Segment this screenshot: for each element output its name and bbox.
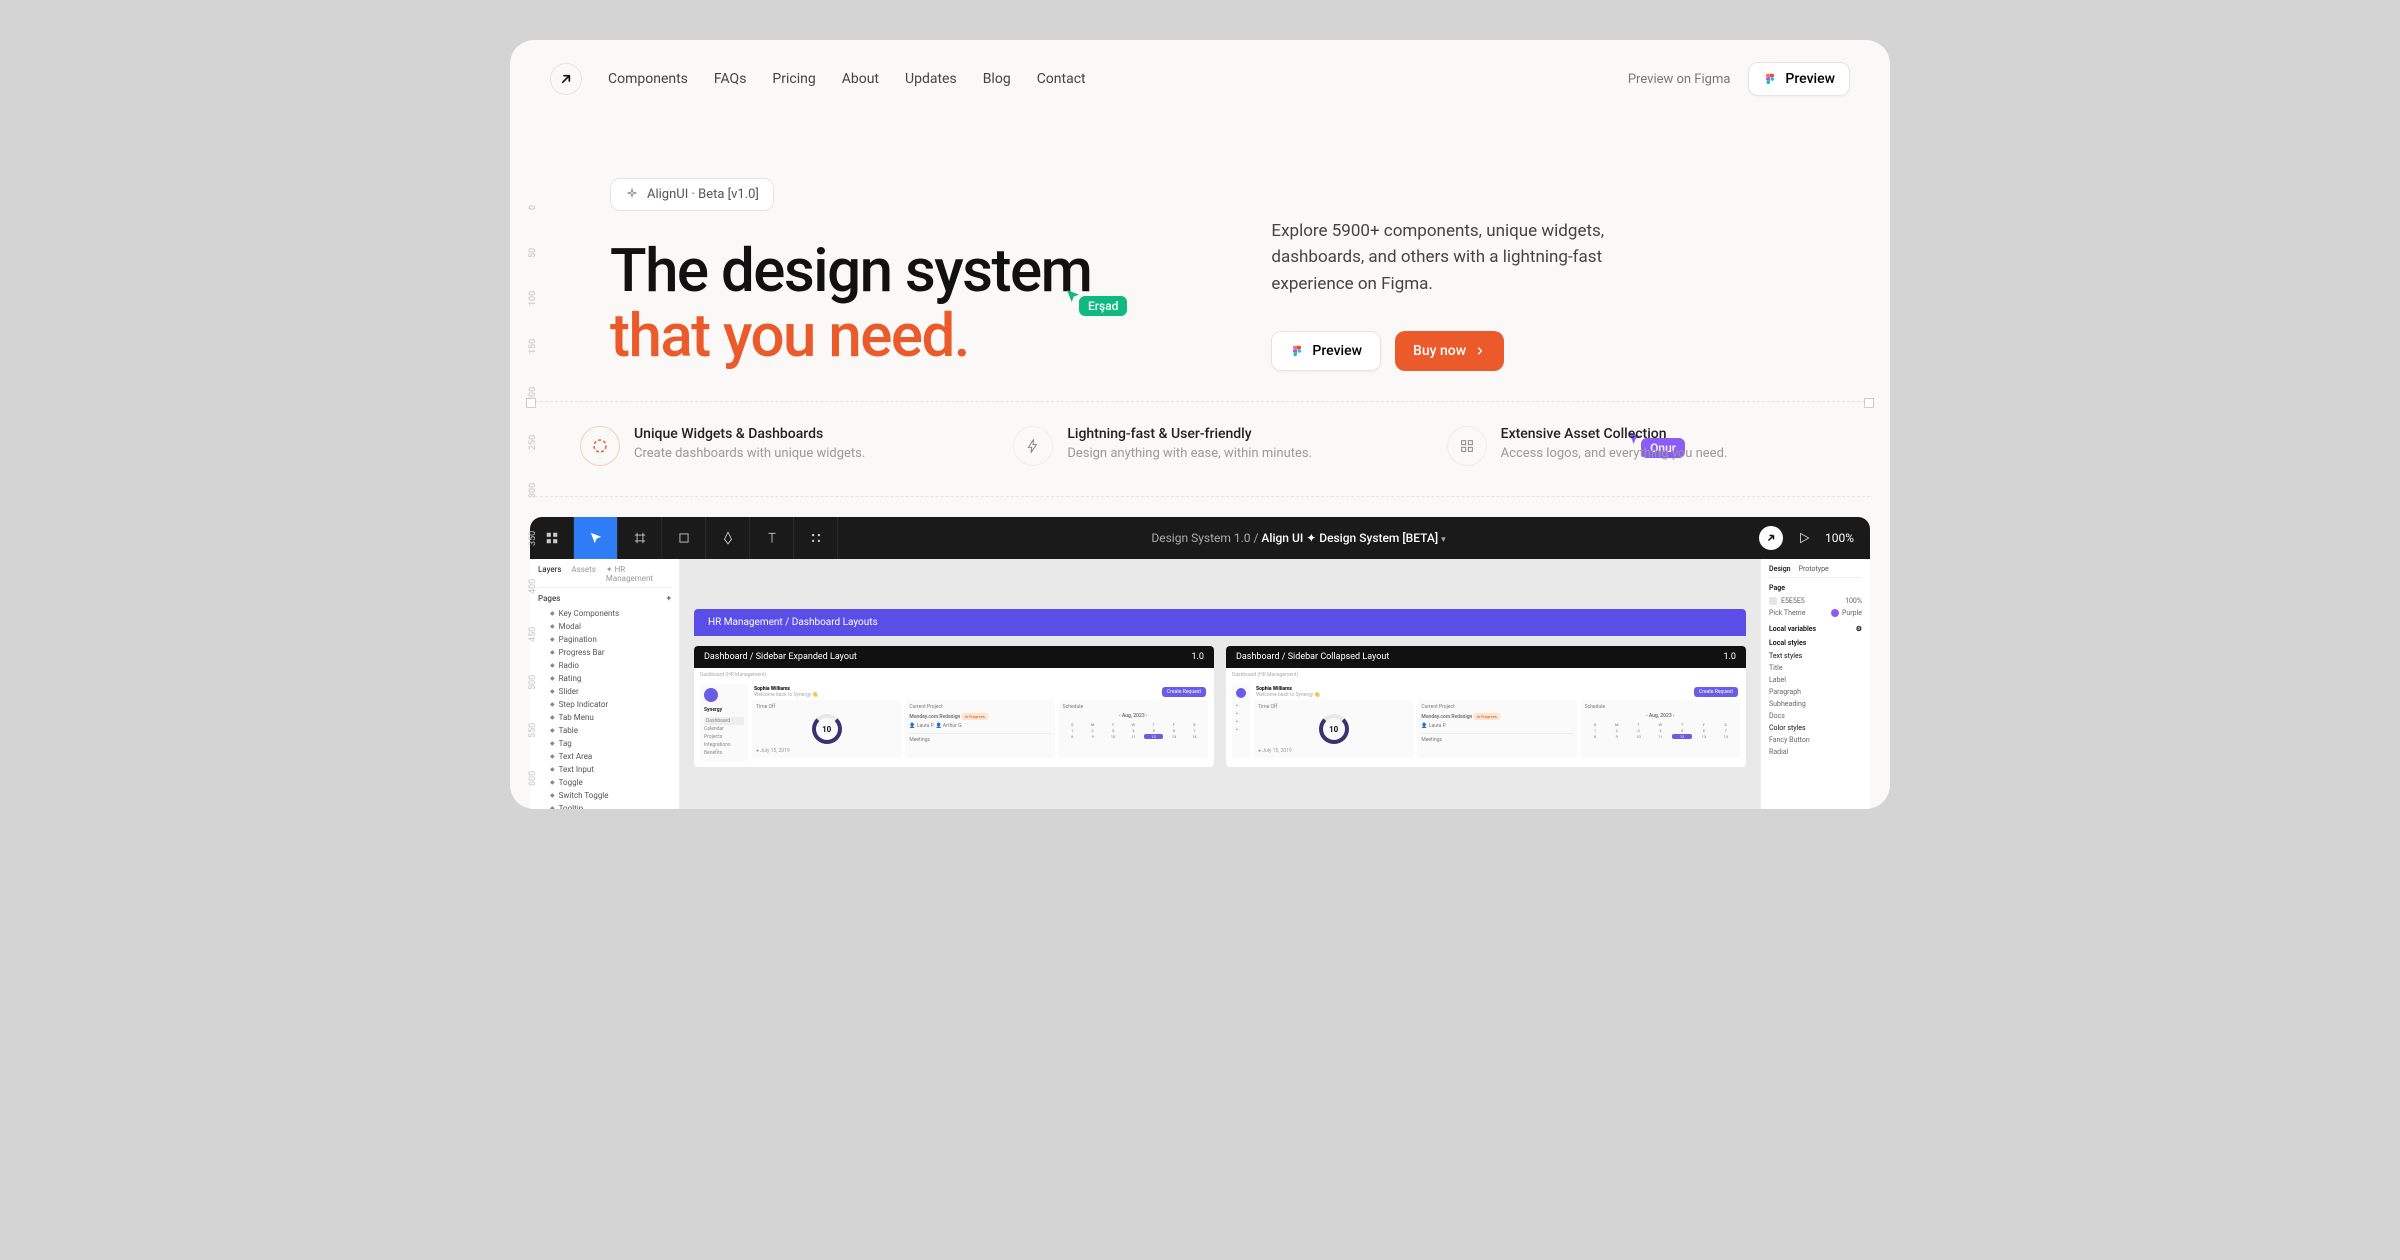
nav-updates[interactable]: Updates — [905, 71, 957, 87]
preview-button[interactable]: Preview — [1748, 62, 1850, 96]
frame-tool-icon[interactable] — [618, 517, 662, 559]
feature-widgets: Unique Widgets & DashboardsCreate dashbo… — [580, 426, 953, 466]
play-icon[interactable] — [1797, 531, 1811, 545]
figma-canvas[interactable]: HR Management / Dashboard Layouts Dashbo… — [680, 559, 1760, 809]
page-item[interactable]: Modal — [538, 620, 671, 633]
page-item[interactable]: Step Indicator — [538, 698, 671, 711]
widgets-icon — [580, 426, 620, 466]
feature-assets: Extensive Asset CollectionAccess logos, … — [1447, 426, 1820, 466]
page-item[interactable]: Tag — [538, 737, 671, 750]
page-item[interactable]: Rating — [538, 672, 671, 685]
page-item[interactable]: Pagination — [538, 633, 671, 646]
dashboard-frame[interactable]: Dashboard / Sidebar Expanded Layout1.0 D… — [694, 646, 1214, 767]
text-tool-icon[interactable] — [750, 517, 794, 559]
preview-figma-link[interactable]: Preview on Figma — [1628, 72, 1731, 87]
page-item[interactable]: Toggle — [538, 776, 671, 789]
assets-icon — [1447, 426, 1487, 466]
hero-preview-button[interactable]: Preview — [1271, 331, 1381, 371]
page-item[interactable]: Slider — [538, 685, 671, 698]
nav-components[interactable]: Components — [608, 71, 688, 87]
nav-contact[interactable]: Contact — [1037, 71, 1086, 87]
page-item[interactable]: Tab Menu — [538, 711, 671, 724]
figma-screenshot: Design System 1.0 / Align UI ✦ Design Sy… — [530, 517, 1870, 809]
pen-tool-icon[interactable] — [706, 517, 750, 559]
nav-pricing[interactable]: Pricing — [772, 71, 815, 87]
buy-now-button[interactable]: Buy now — [1395, 331, 1504, 371]
page-item[interactable]: Progress Bar — [538, 646, 671, 659]
feature-fast: Lightning-fast & User-friendlyDesign any… — [1013, 426, 1386, 466]
page-item[interactable]: Tooltip — [538, 802, 671, 809]
design-panel[interactable]: DesignPrototype Page E5E5E5100% Pick The… — [1760, 559, 1870, 809]
chevron-right-icon — [1474, 345, 1486, 357]
preview-button-label: Preview — [1785, 71, 1835, 87]
sparkle-icon — [625, 188, 639, 202]
move-tool-icon[interactable] — [574, 517, 618, 559]
cursor-ersad: Erşad — [1065, 288, 1127, 316]
page-item[interactable]: Text Input — [538, 763, 671, 776]
nav-faqs[interactable]: FAQs — [714, 71, 747, 87]
resources-icon[interactable] — [794, 517, 838, 559]
lightning-icon — [1013, 426, 1053, 466]
nav-blog[interactable]: Blog — [983, 71, 1011, 87]
page-item[interactable]: Text Area — [538, 750, 671, 763]
shape-tool-icon[interactable] — [662, 517, 706, 559]
figma-file-title[interactable]: Design System 1.0 / Align UI ✦ Design Sy… — [838, 531, 1759, 545]
version-tag: AlignUI · Beta [v1.0] — [610, 178, 774, 211]
add-page-icon[interactable]: + — [667, 594, 671, 603]
logo[interactable] — [550, 63, 582, 95]
nav-links: Components FAQs Pricing About Updates Bl… — [608, 71, 1086, 87]
hero-description: Explore 5900+ components, unique widgets… — [1271, 218, 1631, 297]
layers-panel[interactable]: LayersAssets✦ HR Management Pages+ Key C… — [530, 559, 680, 809]
dashboard-frame[interactable]: Dashboard / Sidebar Collapsed Layout1.0 … — [1226, 646, 1746, 767]
page-item[interactable]: Key Components — [538, 607, 671, 620]
avatar[interactable] — [1759, 526, 1783, 550]
figma-icon — [1290, 344, 1304, 358]
section-header: HR Management / Dashboard Layouts — [694, 609, 1746, 636]
settings-icon[interactable]: ⚙ — [1856, 625, 1862, 633]
page-item[interactable]: Table — [538, 724, 671, 737]
nav-about[interactable]: About — [842, 71, 879, 87]
zoom-level[interactable]: 100% — [1825, 531, 1854, 545]
figma-icon — [1763, 72, 1777, 86]
page-item[interactable]: Radio — [538, 659, 671, 672]
page-item[interactable]: Switch Toggle — [538, 789, 671, 802]
